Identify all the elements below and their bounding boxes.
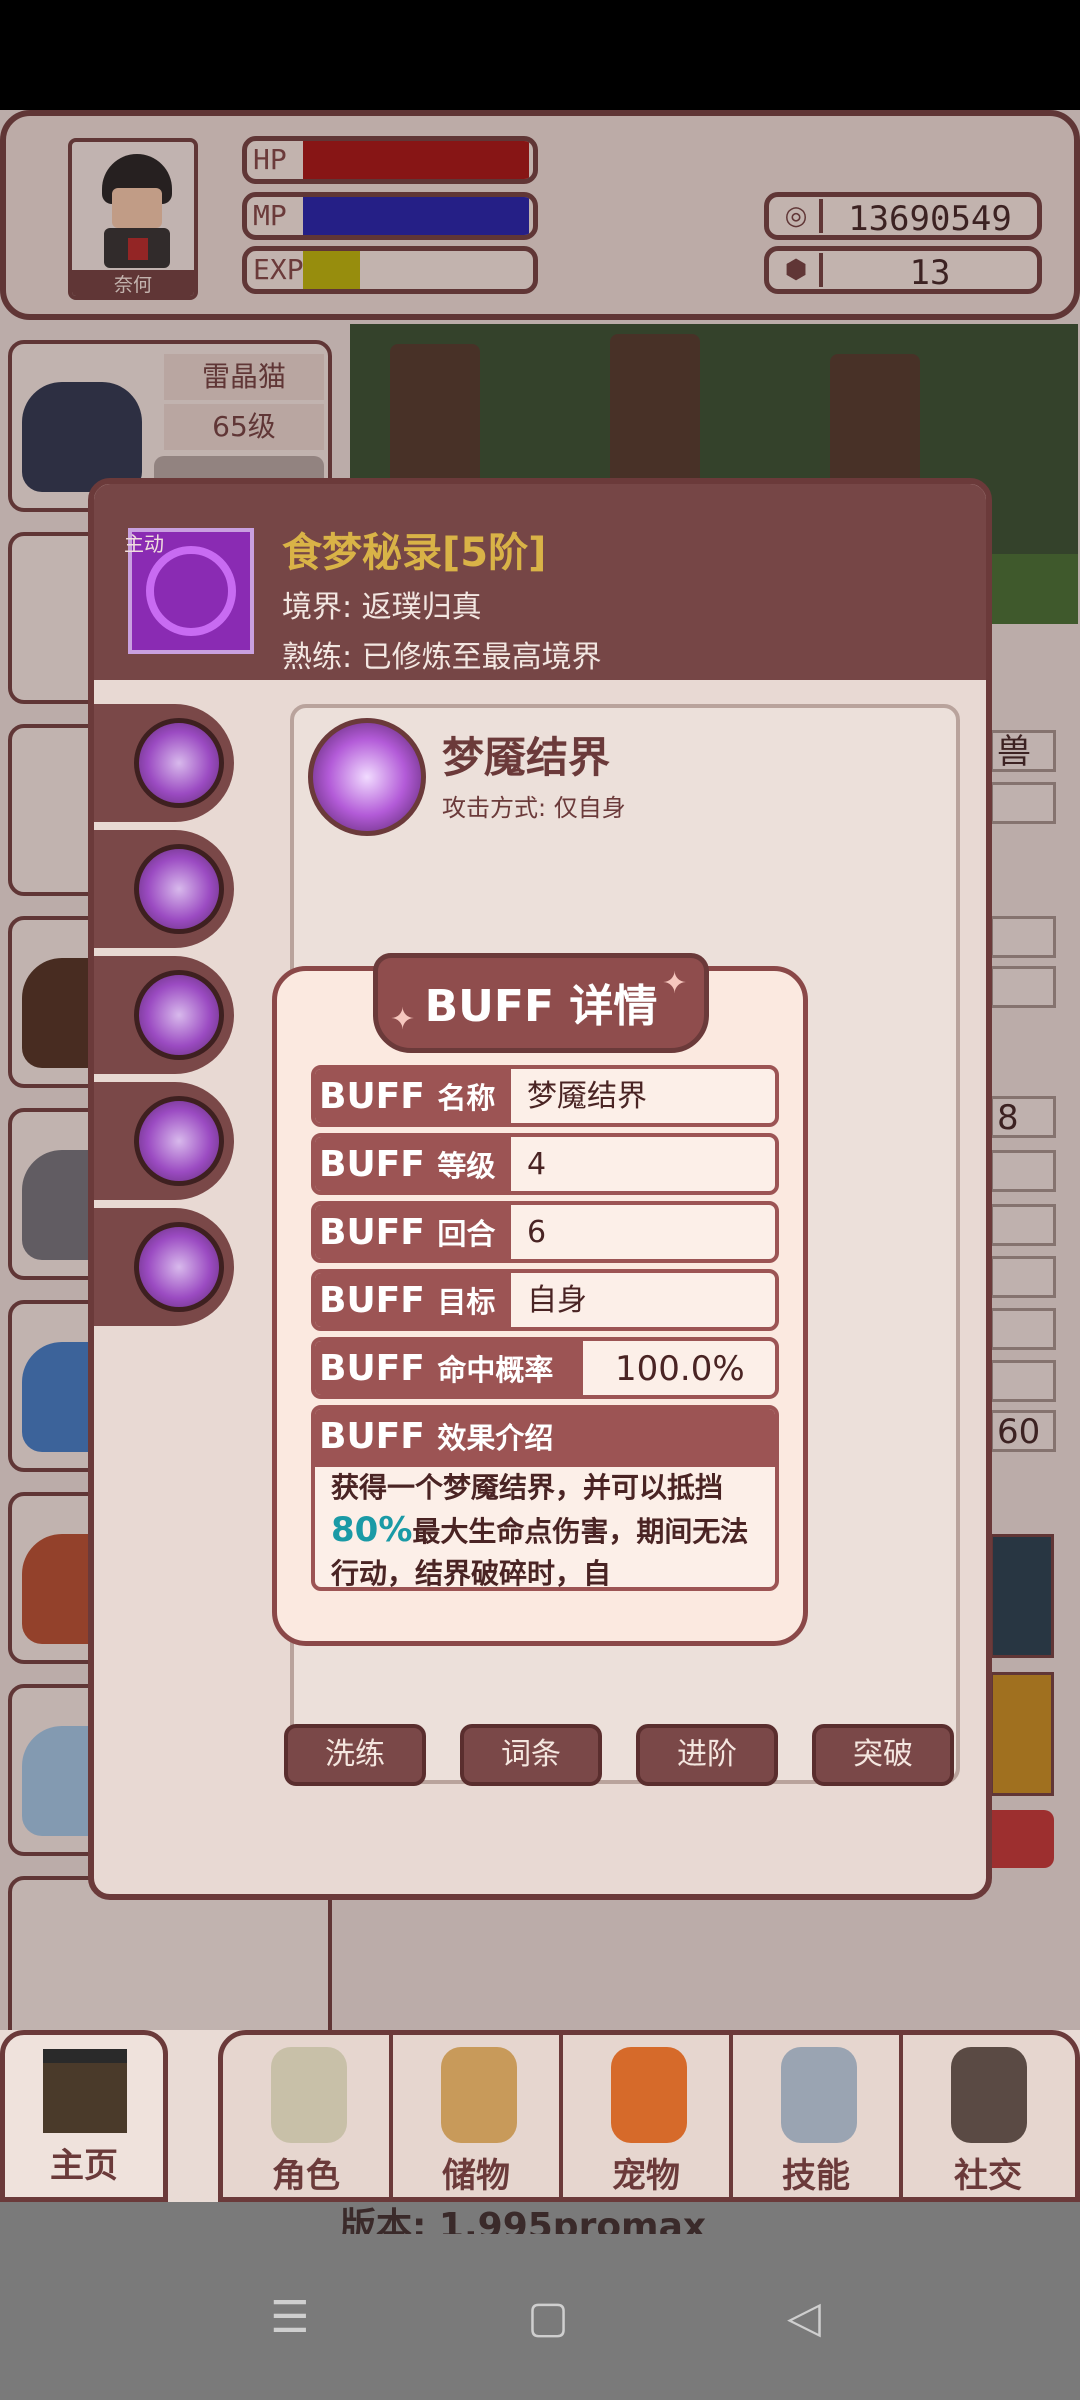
sub-skill-icon bbox=[134, 844, 224, 934]
sub-skill-icon bbox=[134, 1222, 224, 1312]
buff-effect-header: BUFF 效果介绍 bbox=[315, 1409, 775, 1467]
nav-home[interactable]: 主页 bbox=[0, 2030, 168, 2202]
skill-name: 食梦秘录[5阶] bbox=[282, 530, 547, 576]
buff-level-value: 4 bbox=[527, 1147, 547, 1182]
nav-storage[interactable]: 储物 bbox=[393, 2035, 563, 2202]
sub-skill-tab[interactable] bbox=[94, 956, 234, 1074]
buff-row-key: BUFF 命中概率 bbox=[315, 1341, 583, 1395]
buff-effect-text: 获得一个梦魇结界，并可以抵挡80%最大生命点伤害，期间无法行动，结界破碎时，自 bbox=[331, 1471, 749, 1590]
character-icon bbox=[271, 2047, 347, 2143]
hp-label: HP bbox=[253, 143, 287, 176]
effect-highlight: 80% bbox=[331, 1510, 413, 1550]
sub-skill-detail-icon bbox=[308, 718, 426, 836]
buff-level-row: BUFF 等级 4 bbox=[311, 1133, 779, 1195]
buff-title-banner: ✦ ✦ BUFF 详情 bbox=[373, 953, 709, 1053]
home-gate-icon bbox=[43, 2049, 127, 2133]
buff-hit-rate-value: 100.0% bbox=[615, 1349, 745, 1389]
affix-button[interactable]: 词条 bbox=[460, 1724, 602, 1786]
buff-row-key: BUFF 等级 bbox=[315, 1137, 511, 1191]
bottom-nav: 主页 角色 储物 宠物 技能 社交 bbox=[0, 2030, 1080, 2202]
buff-row-key: BUFF 回合 bbox=[315, 1205, 511, 1259]
fox-icon bbox=[611, 2047, 687, 2143]
buff-rounds-row: BUFF 回合 6 bbox=[311, 1201, 779, 1263]
menu-icon[interactable]: ☰ bbox=[260, 2288, 320, 2348]
skill-realm: 境界: 返璞归真 bbox=[282, 590, 482, 625]
buff-detail-dialog: ✦ ✦ BUFF 详情 BUFF 名称 梦魇结界 BUFF 等级 4 BUFF … bbox=[272, 953, 808, 1646]
attack-mode: 攻击方式: 仅自身 bbox=[442, 794, 626, 822]
back-icon[interactable]: ◁ bbox=[774, 2288, 834, 2348]
nav-label: 储物 bbox=[442, 2156, 510, 2196]
sub-skill-tab[interactable] bbox=[94, 830, 234, 948]
skill-header: 主动 食梦秘录[5阶] 境界: 返璞归真 熟练: 已修炼至最高境界 bbox=[94, 484, 986, 680]
buff-title: BUFF 详情 bbox=[424, 981, 658, 1032]
buff-name-row: BUFF 名称 梦魇结界 bbox=[311, 1065, 779, 1127]
breakthrough-button[interactable]: 突破 bbox=[812, 1724, 954, 1786]
sub-skill-icon bbox=[134, 718, 224, 808]
skill-type-tag: 主动 bbox=[124, 532, 164, 556]
version-text: 版本: 1.995promax bbox=[340, 2206, 707, 2234]
home-square-icon[interactable]: ▢ bbox=[518, 2288, 578, 2348]
advance-button[interactable]: 进阶 bbox=[636, 1724, 778, 1786]
nav-skills[interactable]: 技能 bbox=[733, 2035, 903, 2202]
nav-group: 角色 储物 宠物 技能 社交 bbox=[218, 2030, 1080, 2202]
mp-label: MP bbox=[253, 199, 287, 232]
sub-skill-tab[interactable] bbox=[94, 1208, 234, 1326]
nav-pets[interactable]: 宠物 bbox=[563, 2035, 733, 2202]
sub-skill-icon bbox=[134, 1096, 224, 1186]
buff-hit-rate-row: BUFF 命中概率 100.0% bbox=[311, 1337, 779, 1399]
nav-label: 角色 bbox=[272, 2156, 340, 2196]
bag-icon bbox=[441, 2047, 517, 2143]
buff-rounds-value: 6 bbox=[527, 1215, 547, 1250]
sub-skill-name: 梦魇结界 bbox=[442, 733, 611, 782]
handshake-icon bbox=[951, 2047, 1027, 2143]
game-screen: 奈何 HP MP EXP ◎ 13690549 ⬢ 13 雷晶猫 65级 兽 8… bbox=[0, 110, 1080, 2202]
nav-label: 社交 bbox=[954, 2156, 1022, 2196]
buff-target-row: BUFF 目标 自身 bbox=[311, 1269, 779, 1331]
skill-mastery: 熟练: 已修炼至最高境界 bbox=[282, 640, 602, 675]
nav-character[interactable]: 角色 bbox=[223, 2035, 393, 2202]
sub-skill-tab[interactable] bbox=[94, 704, 234, 822]
exp-label: EXP bbox=[253, 253, 304, 286]
nav-home-label: 主页 bbox=[50, 2146, 118, 2186]
sub-skill-icon bbox=[134, 970, 224, 1060]
nav-social[interactable]: 社交 bbox=[903, 2035, 1073, 2202]
buff-target-value: 自身 bbox=[527, 1283, 587, 1318]
status-bar bbox=[0, 0, 1080, 110]
skill-icon-ring bbox=[146, 546, 236, 636]
nav-label: 技能 bbox=[782, 2156, 850, 2196]
buff-row-key: BUFF 目标 bbox=[315, 1273, 511, 1327]
sub-skill-tab[interactable] bbox=[94, 1082, 234, 1200]
buff-row-key: BUFF 名称 bbox=[315, 1069, 511, 1123]
nav-label: 宠物 bbox=[612, 2156, 680, 2196]
refine-button[interactable]: 洗练 bbox=[284, 1724, 426, 1786]
buff-name-value: 梦魇结界 bbox=[527, 1079, 647, 1114]
sword-icon bbox=[781, 2047, 857, 2143]
buff-effect-box[interactable]: BUFF 效果介绍 获得一个梦魇结界，并可以抵挡80%最大生命点伤害，期间无法行… bbox=[311, 1405, 779, 1591]
